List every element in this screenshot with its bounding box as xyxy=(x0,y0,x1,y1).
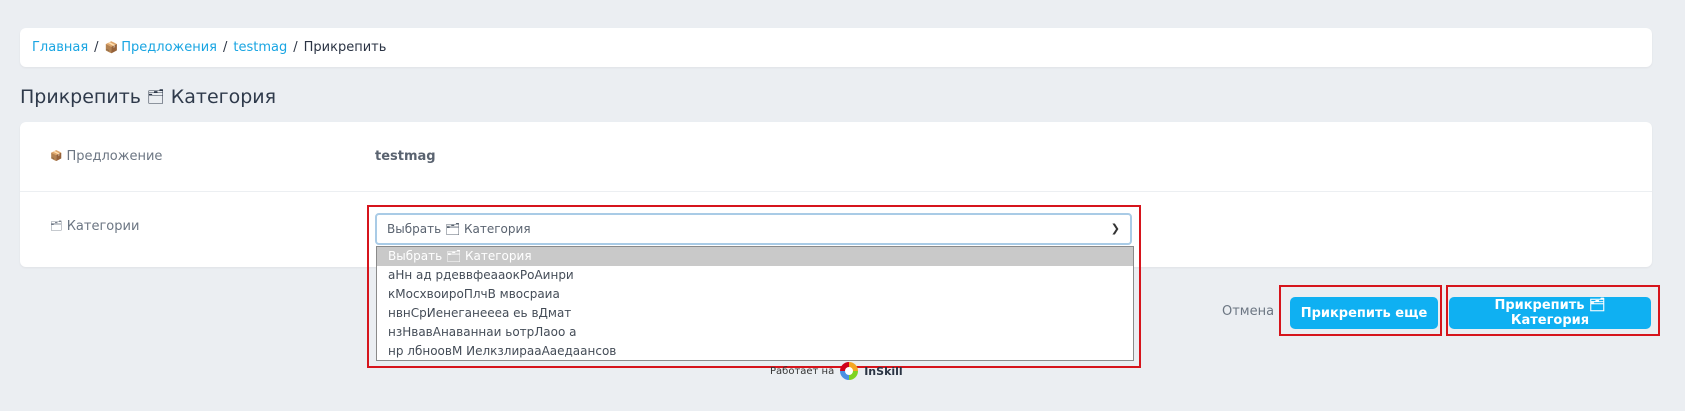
breadcrumb-item-link[interactable]: testmag xyxy=(233,40,287,55)
page-title-text: Прикрепить xyxy=(20,86,141,108)
category-select[interactable]: Выбрать 🗂 Категория ❯ xyxy=(375,213,1132,245)
category-icon: 🗂 xyxy=(146,89,165,105)
dropdown-option[interactable]: нзНвавАнаваннаи ьотрЛаоо а xyxy=(377,323,1133,342)
powered-by-text: Работает на xyxy=(770,365,835,377)
breadcrumb-separator: / xyxy=(293,40,298,55)
dropdown-option[interactable]: аНн ад рдеввфеааокРоАинри xyxy=(377,266,1133,285)
breadcrumb-offers-link[interactable]: 📦 Предложения xyxy=(105,40,217,55)
cancel-link[interactable]: Отмена xyxy=(1222,304,1274,319)
brand-name: InSkill xyxy=(864,364,903,378)
offer-value: testmag xyxy=(375,149,436,164)
page-title-suffix: Категория xyxy=(170,86,277,108)
package-icon: 📦 xyxy=(50,151,63,162)
attach-category-button[interactable]: Прикрепить 🗂 Категория xyxy=(1449,297,1651,329)
powered-by: Работает на InSkill xyxy=(770,362,903,380)
offer-label-text: Предложение xyxy=(66,149,163,164)
page-title: Прикрепить 🗂 Категория xyxy=(20,86,276,108)
breadcrumb-offers-label: Предложения xyxy=(121,40,218,55)
offer-row: 📦 Предложение testmag xyxy=(20,122,1652,192)
chevron-down-icon: ❯ xyxy=(1110,222,1120,235)
breadcrumb-current: Прикрепить xyxy=(303,40,387,55)
category-icon: 🗂 xyxy=(50,221,63,232)
category-select-value: Выбрать 🗂 Категория xyxy=(387,222,531,236)
dropdown-option[interactable]: Выбрать 🗂 Категория xyxy=(377,247,1133,266)
dropdown-option[interactable]: нр лбноовМ ИелкзлирааАаедаансов xyxy=(377,342,1133,361)
categories-label-text: Категории xyxy=(66,219,140,234)
categories-label: 🗂 Категории xyxy=(50,219,139,234)
breadcrumb-separator: / xyxy=(223,40,228,55)
category-dropdown-list: Выбрать 🗂 Категория аНн ад рдеввфеааокРо… xyxy=(376,246,1134,361)
breadcrumb-home-link[interactable]: Главная xyxy=(32,40,88,55)
offer-label: 📦 Предложение xyxy=(50,149,162,164)
dropdown-option[interactable]: кМосхвоироПлчВ мвосраиа xyxy=(377,285,1133,304)
dropdown-option[interactable]: нвнСрИенеганеееа еь вДмат xyxy=(377,304,1133,323)
inskill-logo-icon xyxy=(840,362,859,380)
package-icon: 📦 xyxy=(104,41,119,54)
attach-more-button[interactable]: Прикрепить еще xyxy=(1290,297,1438,329)
breadcrumb: Главная / 📦 Предложения / testmag / Прикр… xyxy=(20,28,1652,67)
breadcrumb-separator: / xyxy=(94,40,99,55)
